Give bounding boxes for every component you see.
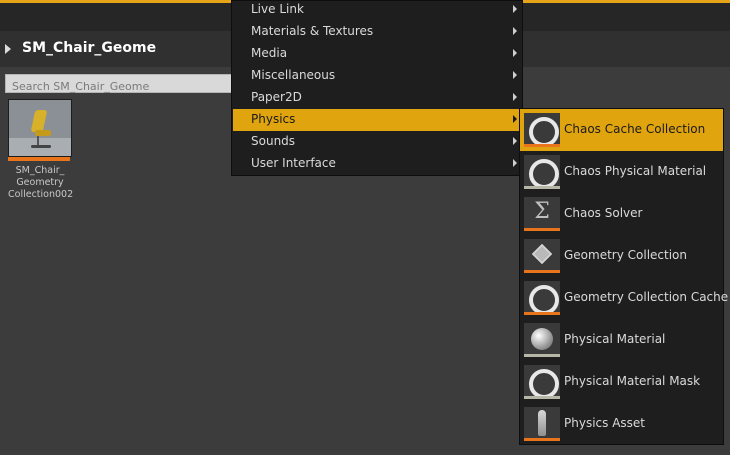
menu-item-label: Physics — [251, 112, 296, 126]
submenu-item-physical-material[interactable]: Physical Material — [520, 319, 723, 361]
asset-thumbnail[interactable] — [8, 99, 72, 157]
submenu-item-chaos-physical-material[interactable]: Chaos Physical Material — [520, 151, 723, 193]
asset-thumb — [524, 365, 560, 399]
submenu-item-geometry-collection[interactable]: Geometry Collection — [520, 235, 723, 277]
menu-item-label: Sounds — [251, 134, 296, 148]
sphere-icon — [531, 328, 553, 350]
search-input[interactable] — [6, 78, 240, 95]
menu-item-label: User Interface — [251, 156, 336, 170]
submenu-arrow-icon — [513, 115, 517, 123]
asset-label-line: SM_Chair_ — [15, 165, 65, 176]
submenu-arrow-icon — [513, 71, 517, 79]
context-menu: Live Link Materials & Textures Media Mis… — [231, 0, 523, 176]
submenu-arrow-icon — [513, 137, 517, 145]
sigma-icon: Σ — [534, 199, 550, 224]
asset-type-strip — [524, 438, 560, 441]
submenu-arrow-icon — [513, 27, 517, 35]
ring-icon — [529, 159, 559, 189]
asset-tile[interactable]: SM_Chair_ Geometry Collection002 — [8, 99, 74, 201]
submenu-item-chaos-cache-collection[interactable]: Chaos Cache Collection — [520, 109, 723, 151]
submenu-arrow-icon — [513, 49, 517, 57]
submenu-arrow-icon — [513, 159, 517, 167]
submenu-item-label: Physical Material Mask — [564, 374, 701, 388]
asset-type-strip — [524, 354, 560, 357]
figure-icon — [538, 410, 546, 436]
menu-item-label: Miscellaneous — [251, 68, 336, 82]
submenu-item-label: Chaos Solver — [564, 206, 643, 220]
menu-item-sounds[interactable]: Sounds — [233, 131, 521, 153]
asset-type-strip — [524, 144, 560, 147]
physics-submenu: Chaos Cache Collection Chaos Physical Ma… — [519, 108, 728, 445]
asset-label: SM_Chair_ Geometry Collection002 — [8, 165, 74, 201]
submenu-item-label: Chaos Physical Material — [564, 164, 707, 178]
asset-label-line: Collection002 — [8, 189, 74, 200]
asset-type-strip — [524, 312, 560, 315]
chair-back-shape — [30, 110, 48, 132]
asset-type-stripe — [8, 157, 70, 161]
menu-item-label: Live Link — [251, 2, 304, 16]
menu-item-media[interactable]: Media — [233, 43, 521, 65]
menu-item-physics[interactable]: Physics — [233, 109, 521, 131]
expand-arrow-icon[interactable] — [5, 44, 11, 54]
asset-thumb — [524, 407, 560, 441]
submenu-item-label: Geometry Collection — [564, 248, 688, 262]
search-box[interactable] — [5, 74, 241, 95]
menu-item-miscellaneous[interactable]: Miscellaneous — [233, 65, 521, 87]
submenu-item-label: Physics Asset — [564, 416, 645, 430]
submenu-arrow-icon — [513, 5, 517, 13]
submenu-item-geometry-collection-cache[interactable]: Geometry Collection Cache — [520, 277, 728, 319]
asset-thumb: Σ — [524, 197, 560, 231]
menu-item-paper2d[interactable]: Paper2D — [233, 87, 521, 109]
asset-type-strip — [524, 186, 560, 189]
submenu-item-chaos-solver[interactable]: Σ Chaos Solver — [520, 193, 723, 235]
chair-base-shape — [31, 145, 51, 148]
menu-item-label: Media — [251, 46, 288, 60]
ring-icon — [529, 285, 559, 315]
menu-item-label: Paper2D — [251, 90, 302, 104]
submenu-item-label: Geometry Collection Cache — [564, 290, 729, 304]
asset-label-line: Geometry — [16, 177, 64, 188]
submenu-arrow-icon — [513, 93, 517, 101]
submenu-item-label: Chaos Cache Collection — [564, 122, 706, 136]
asset-thumb — [524, 239, 560, 273]
submenu-item-physics-asset[interactable]: Physics Asset — [520, 403, 723, 445]
menu-item-user-interface[interactable]: User Interface — [233, 153, 521, 175]
cube-stack-icon — [531, 243, 553, 265]
asset-thumb — [524, 113, 560, 147]
submenu-item-physical-material-mask[interactable]: Physical Material Mask — [520, 361, 723, 403]
folder-title: SM_Chair_Geome — [22, 40, 157, 56]
asset-thumb — [524, 323, 560, 357]
asset-thumb — [524, 281, 560, 315]
asset-type-strip — [524, 396, 560, 399]
asset-type-strip — [524, 270, 560, 273]
ring-icon — [529, 369, 559, 399]
menu-item-live-link[interactable]: Live Link — [233, 0, 521, 21]
submenu-item-label: Physical Material — [564, 332, 666, 346]
menu-item-label: Materials & Textures — [251, 24, 374, 38]
menu-item-materials-textures[interactable]: Materials & Textures — [233, 21, 521, 43]
asset-type-strip — [524, 228, 560, 231]
asset-thumb — [524, 155, 560, 189]
ring-icon — [529, 117, 559, 147]
